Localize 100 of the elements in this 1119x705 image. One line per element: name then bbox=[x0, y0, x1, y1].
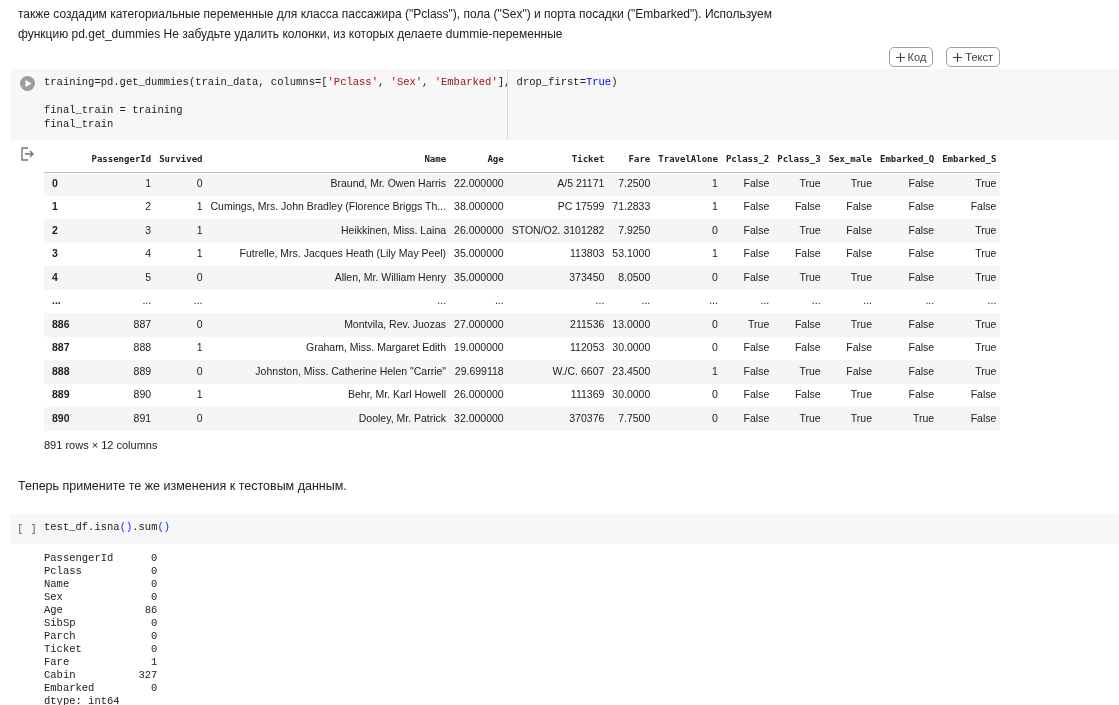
table-cell: Heikkinen, Miss. Laina bbox=[206, 219, 451, 243]
code-cell[interactable]: [ ] test_df.isna().sum() bbox=[10, 513, 1119, 544]
table-cell: True bbox=[824, 407, 876, 431]
table-cell: 35.000000 bbox=[450, 242, 508, 266]
table-cell: False bbox=[824, 360, 876, 384]
table-cell: True bbox=[824, 266, 876, 290]
row-index: 890 bbox=[44, 407, 88, 431]
table-cell: Dooley, Mr. Patrick bbox=[206, 407, 451, 431]
column-header: Ticket bbox=[571, 154, 605, 164]
table-cell: False bbox=[721, 360, 774, 384]
row-index: 3 bbox=[44, 242, 88, 266]
table-cell: 1 bbox=[654, 242, 722, 266]
table-cell: 7.2500 bbox=[608, 172, 655, 196]
table-cell: 887 bbox=[87, 313, 156, 337]
table-cell: False bbox=[876, 313, 939, 337]
table-cell: False bbox=[876, 266, 939, 290]
section-text: Теперь примените те же изменения к тестовым данным. bbox=[17, 478, 347, 495]
table-cell: False bbox=[876, 195, 939, 219]
table-cell: False bbox=[721, 242, 774, 266]
table-cell: 211536 bbox=[507, 313, 609, 337]
table-cell: 1 bbox=[155, 336, 207, 360]
table-cell: True bbox=[773, 360, 825, 384]
table-cell: Montvila, Rev. Juozas bbox=[206, 313, 451, 337]
table-cell: 7.7500 bbox=[608, 407, 655, 431]
table-cell: True bbox=[938, 172, 1001, 196]
table-cell: 1 bbox=[654, 360, 722, 384]
table-cell: True bbox=[721, 313, 774, 337]
table-cell: 1 bbox=[155, 195, 207, 219]
table-cell: 23.4500 bbox=[608, 360, 655, 384]
table-cell: False bbox=[876, 242, 939, 266]
table-cell: 111369 bbox=[507, 383, 609, 407]
table-cell: True bbox=[938, 336, 1001, 360]
table-cell: 0 bbox=[654, 219, 722, 243]
table-cell: 26.000000 bbox=[450, 219, 508, 243]
table-cell: Cumings, Mrs. John Bradley (Florence Briggs Th... bbox=[206, 195, 451, 219]
add-button[interactable]: Код bbox=[888, 47, 934, 67]
table-cell: True bbox=[824, 172, 876, 196]
table-cell: False bbox=[721, 336, 774, 360]
table-cell: 1 bbox=[155, 383, 207, 407]
table-cell: 1 bbox=[654, 172, 722, 196]
row-index: 888 bbox=[44, 360, 88, 384]
row-index: 0 bbox=[44, 172, 88, 196]
table-cell: 112053 bbox=[507, 336, 609, 360]
table-cell: 1 bbox=[155, 242, 207, 266]
table-cell: ... bbox=[773, 289, 825, 313]
table-cell: 890 bbox=[87, 383, 156, 407]
table-cell: False bbox=[824, 219, 876, 243]
plus-icon bbox=[895, 52, 905, 62]
table-cell: ... bbox=[721, 289, 774, 313]
code-cell[interactable]: training=pd.get_dummies(train_data, columns=['Pclass', 'Sex', 'Embarked'], drop_first=True) final_train = training final_train bbox=[10, 69, 1119, 140]
table-cell: 1 bbox=[155, 219, 207, 243]
table-cell: 1 bbox=[87, 172, 156, 196]
table-cell: False bbox=[938, 195, 1001, 219]
run-icon[interactable] bbox=[19, 76, 35, 91]
table-cell: 7.9250 bbox=[608, 219, 655, 243]
table-cell: ... bbox=[507, 289, 609, 313]
table-cell: False bbox=[721, 172, 774, 196]
table-cell: False bbox=[824, 195, 876, 219]
table-cell: Behr, Mr. Karl Howell bbox=[206, 383, 451, 407]
table-cell: 53.1000 bbox=[608, 242, 655, 266]
table-cell: 889 bbox=[87, 360, 156, 384]
table-cell: 3 bbox=[87, 219, 156, 243]
table-cell: False bbox=[824, 336, 876, 360]
table-cell: 0 bbox=[155, 407, 207, 431]
table-cell: True bbox=[938, 360, 1001, 384]
table-cell: 0 bbox=[155, 266, 207, 290]
execution-count[interactable]: [ ] bbox=[17, 520, 37, 544]
column-header: Fare bbox=[628, 154, 651, 164]
table-cell: 30.0000 bbox=[608, 336, 655, 360]
row-index: 889 bbox=[44, 383, 88, 407]
table-cell: False bbox=[824, 242, 876, 266]
column-header: Embarked_Q bbox=[880, 154, 935, 164]
plus-icon bbox=[953, 52, 963, 62]
table-cell: PC 17599 bbox=[507, 195, 609, 219]
table-cell: False bbox=[773, 195, 825, 219]
table-cell: 0 bbox=[654, 336, 722, 360]
row-index: 4 bbox=[44, 266, 88, 290]
table-cell: A/5 21171 bbox=[507, 172, 609, 196]
table-cell: Futrelle, Mrs. Jacques Heath (Lily May Peel) bbox=[206, 242, 451, 266]
table-cell: False bbox=[876, 383, 939, 407]
table-cell: False bbox=[773, 383, 825, 407]
column-header: Age bbox=[487, 154, 504, 164]
column-header: TravelAlone bbox=[658, 154, 718, 164]
table-cell: 2 bbox=[87, 195, 156, 219]
table-cell: 8.0500 bbox=[608, 266, 655, 290]
table-cell: 35.000000 bbox=[450, 266, 508, 290]
table-cell: False bbox=[938, 407, 1001, 431]
output-icon[interactable] bbox=[19, 146, 35, 162]
table-cell: False bbox=[721, 266, 774, 290]
column-header: Survived bbox=[159, 154, 203, 164]
table-cell: True bbox=[876, 407, 939, 431]
table-cell: 4 bbox=[87, 242, 156, 266]
table-cell: ... bbox=[206, 289, 451, 313]
series-output: PassengerId 0 Pclass 0 Name 0 Sex 0 Age 86 SibSp 0 Parch 0 Ticket 0 Fare 1 Cabin 327 Embarked 0 dtype: int64 bbox=[44, 551, 158, 705]
table-cell: 0 bbox=[155, 313, 207, 337]
add-button[interactable]: Текст bbox=[946, 47, 1000, 67]
table-cell: True bbox=[938, 266, 1001, 290]
table-cell: 27.000000 bbox=[450, 313, 508, 337]
row-index: 887 bbox=[44, 336, 88, 360]
table-cell: False bbox=[773, 336, 825, 360]
